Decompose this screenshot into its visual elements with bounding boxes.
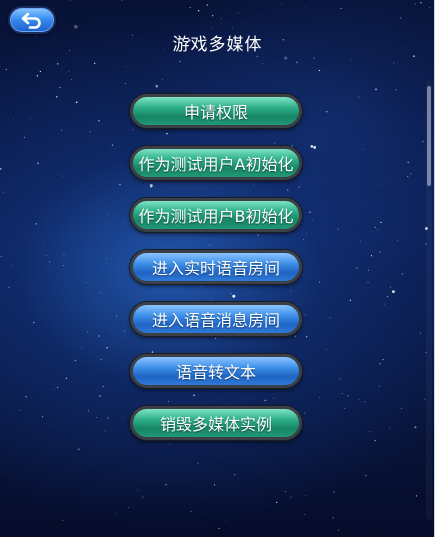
init-test-user-b-label: 作为测试用户B初始化 xyxy=(138,207,294,226)
request-permission-button[interactable]: 申请权限 xyxy=(130,94,302,128)
init-test-user-a-button[interactable]: 作为测试用户A初始化 xyxy=(130,146,302,180)
game-multimedia-screen: 游戏多媒体 申请权限 作为测试用户A初始化 作为测试用户B初始化 进入实时语音房… xyxy=(0,0,435,537)
speech-to-text-button[interactable]: 语音转文本 xyxy=(130,354,302,388)
destroy-multimedia-instance-button[interactable]: 销毁多媒体实例 xyxy=(130,406,302,440)
destroy-multimedia-instance-label: 销毁多媒体实例 xyxy=(159,415,272,434)
enter-realtime-voice-room-button[interactable]: 进入实时语音房间 xyxy=(130,250,302,284)
scrollbar-thumb[interactable] xyxy=(427,86,431,186)
enter-voice-message-room-label: 进入语音消息房间 xyxy=(151,311,280,330)
enter-realtime-voice-room-label: 进入实时语音房间 xyxy=(151,259,280,278)
scrollbar[interactable] xyxy=(426,80,432,520)
back-arrow-icon xyxy=(20,11,44,29)
enter-voice-message-room-button[interactable]: 进入语音消息房间 xyxy=(130,302,302,336)
init-test-user-a-label: 作为测试用户A初始化 xyxy=(138,155,294,174)
request-permission-label: 申请权限 xyxy=(183,103,248,122)
speech-to-text-label: 语音转文本 xyxy=(175,363,256,382)
page-title: 游戏多媒体 xyxy=(172,35,263,55)
init-test-user-b-button[interactable]: 作为测试用户B初始化 xyxy=(130,198,302,232)
